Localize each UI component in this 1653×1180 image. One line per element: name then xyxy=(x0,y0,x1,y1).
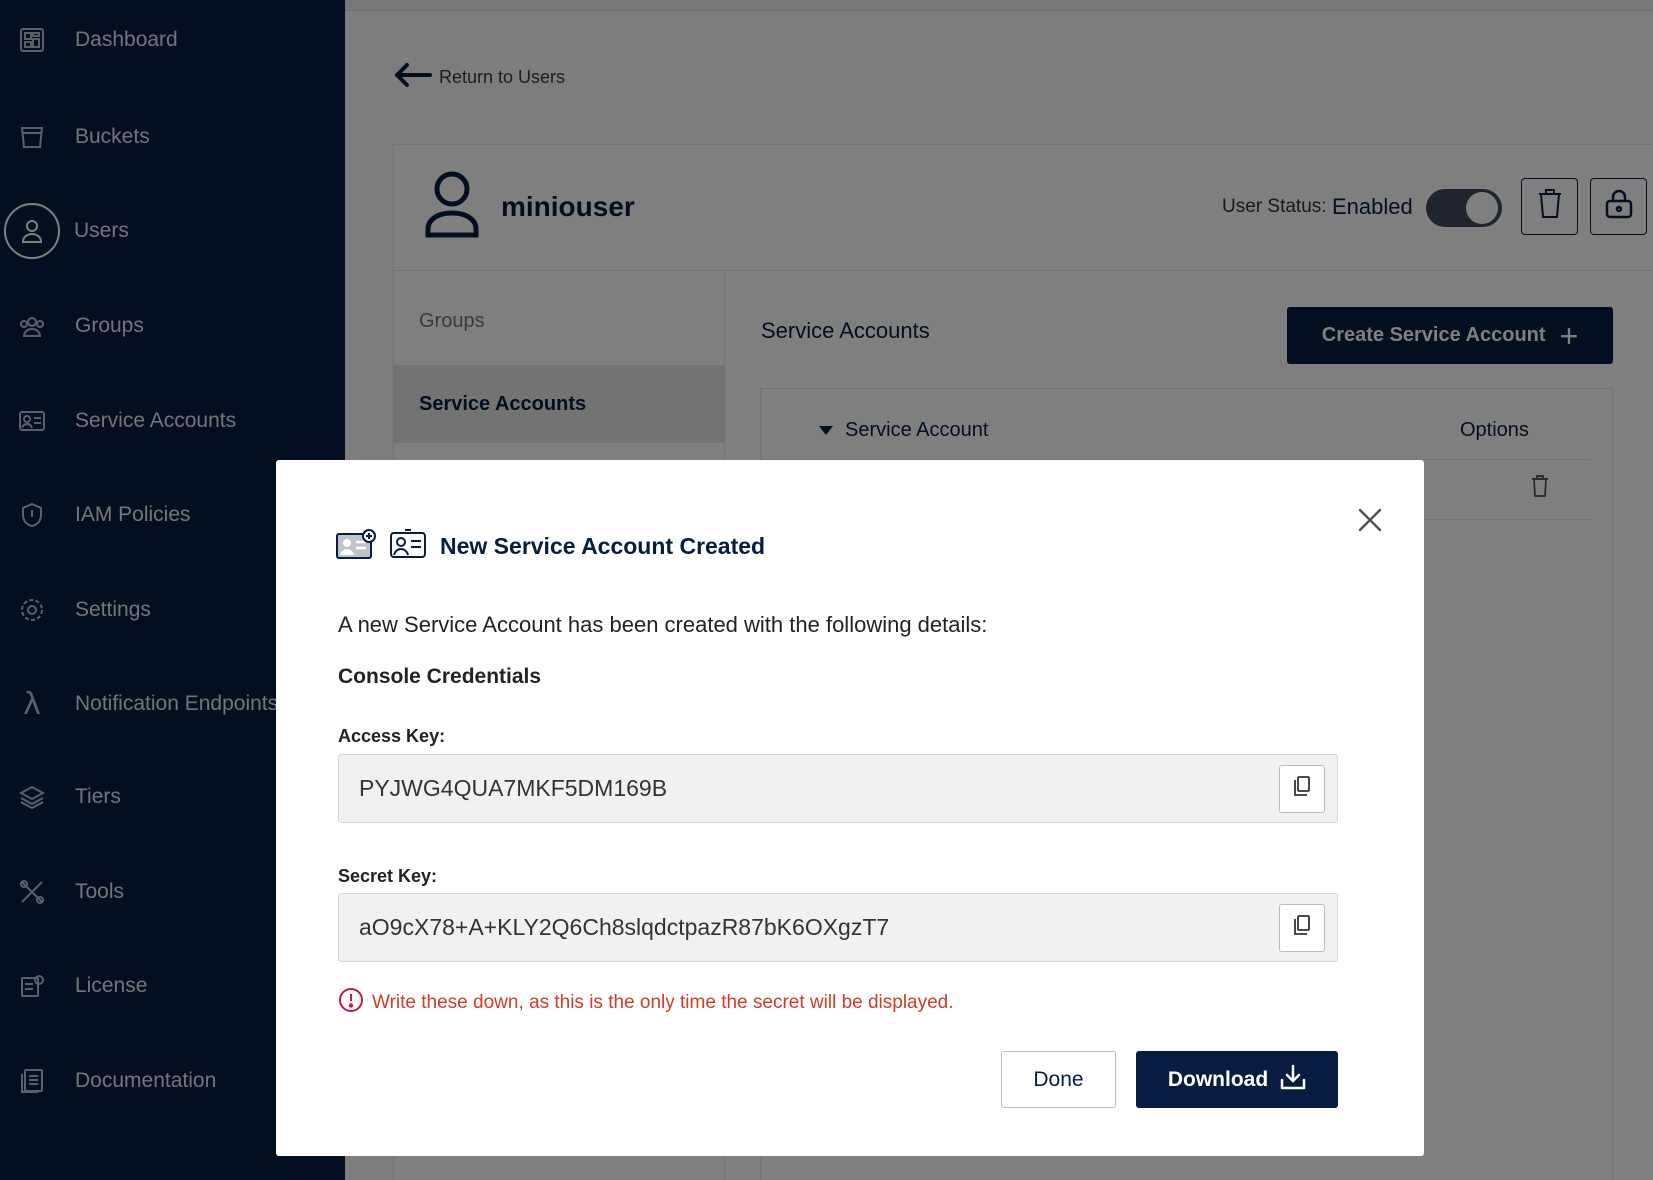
copy-secret-key-button[interactable] xyxy=(1279,904,1325,952)
copy-access-key-button[interactable] xyxy=(1279,765,1325,813)
service-account-icon xyxy=(390,529,426,564)
dialog-description: A new Service Account has been created w… xyxy=(338,612,988,637)
close-button[interactable] xyxy=(1354,504,1386,536)
dialog-header: New Service Account Created xyxy=(336,528,765,565)
copy-icon xyxy=(1292,914,1312,942)
download-button[interactable]: Download xyxy=(1136,1051,1338,1108)
dialog-title: New Service Account Created xyxy=(440,533,766,559)
close-icon xyxy=(1354,508,1386,540)
alert-icon xyxy=(338,987,364,1019)
download-label: Download xyxy=(1167,1067,1269,1091)
done-button[interactable]: Done xyxy=(1001,1051,1116,1108)
copy-icon xyxy=(1292,775,1312,803)
access-key-value: PYJWG4QUA7MKF5DM169B xyxy=(359,775,668,801)
download-icon xyxy=(1268,1064,1306,1096)
access-key-field[interactable]: PYJWG4QUA7MKF5DM169B xyxy=(338,754,1338,823)
secret-key-field[interactable]: aO9cX78+A+KLY2Q6Ch8slqdctpazR87bK6OXgzT7 xyxy=(338,893,1338,962)
console-credentials-heading: Console Credentials xyxy=(338,665,542,688)
warning-text: Write these down, as this is the only ti… xyxy=(372,992,954,1013)
access-key-label: Access Key: xyxy=(338,726,446,746)
secret-key-value: aO9cX78+A+KLY2Q6Ch8slqdctpazR87bK6OXgzT7 xyxy=(359,914,890,940)
new-service-account-dialog: New Service Account Created A new Servic… xyxy=(276,460,1424,1156)
warning-message: Write these down, as this is the only ti… xyxy=(338,987,954,1019)
secret-key-label: Secret Key: xyxy=(338,866,438,886)
new-service-account-icon xyxy=(336,528,376,565)
